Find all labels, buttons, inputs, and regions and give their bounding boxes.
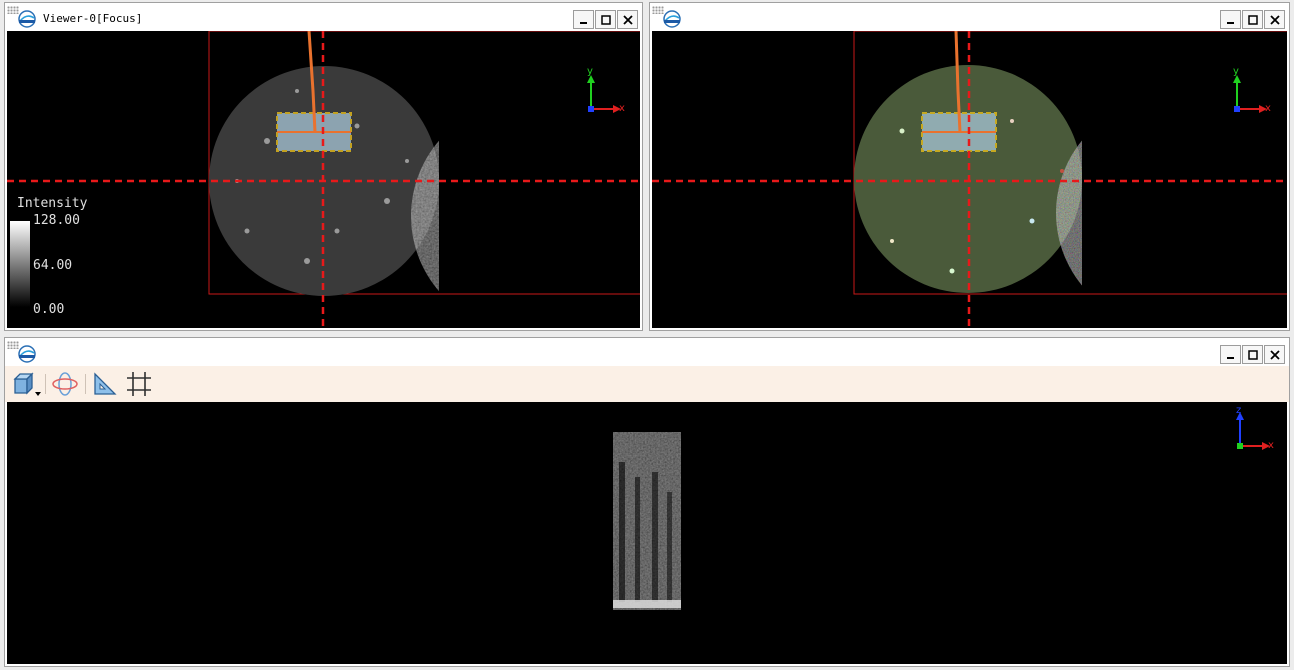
orbit-button[interactable] [51,370,79,398]
view-cube-icon [13,372,41,396]
minimize-icon [1227,357,1234,359]
viewer-titlebar[interactable] [5,338,1289,366]
maximize-icon [1248,15,1258,25]
maximize-button[interactable] [595,10,616,29]
rgb-point-cloud[interactable]: y x [652,31,1287,328]
close-button[interactable] [1264,345,1285,364]
viewer-title: Viewer-0[Focus] [43,12,143,25]
ruler-icon [94,372,117,395]
side-view-viewport[interactable]: z x [7,402,1287,664]
close-button[interactable] [1264,10,1285,29]
axis-gizmo: z x [1236,405,1274,451]
axis-label-y: y [587,66,593,77]
maximize-icon [1248,350,1258,360]
legend-max: 128.00 [33,213,80,228]
point-cloud-viewport[interactable]: y x [652,31,1287,328]
minimize-button[interactable] [1220,10,1241,29]
app-logo-icon [18,10,36,28]
viewer-pane-2: y x [649,2,1290,331]
minimize-icon [580,22,587,24]
legend-title: Intensity [17,196,88,211]
viewer-pane-3: z x [4,337,1290,667]
maximize-button[interactable] [1242,345,1263,364]
minimize-button[interactable] [1220,345,1241,364]
viewer-titlebar[interactable] [650,3,1289,31]
point-column [613,432,681,610]
toolbar-separator [85,374,86,394]
legend-mid: 64.00 [33,258,73,273]
axis-label-x: x [1265,103,1271,114]
viewer-toolbar [5,366,1289,402]
close-icon [623,15,633,25]
grid-button[interactable] [125,370,153,398]
point-cloud-viewport[interactable]: y x Intensity 128.00 64.00 0.00 [7,31,640,328]
measure-button[interactable] [91,370,119,398]
axis-label-z: z [1236,405,1241,416]
side-point-cloud[interactable]: z x [7,402,1287,664]
legend-min: 0.00 [33,302,65,317]
minimize-button[interactable] [573,10,594,29]
orbit-icon [52,372,78,396]
close-icon [1270,350,1280,360]
axis-gizmo: y x [1233,66,1271,114]
viewer-pane-focus: Viewer-0[Focus] y x Intensity 128.00 64.… [4,2,643,331]
grid-icon [127,372,151,396]
close-button[interactable] [617,10,638,29]
app-logo-icon [18,345,36,363]
intensity-point-cloud[interactable]: y x [7,31,640,328]
close-icon [1270,15,1280,25]
maximize-button[interactable] [1242,10,1263,29]
viewer-titlebar[interactable]: Viewer-0[Focus] [5,3,642,31]
app-logo-icon [663,10,681,28]
axis-label-x: x [619,103,625,114]
axis-label-y: y [1233,66,1239,77]
axis-label-x: x [1268,440,1274,451]
minimize-icon [1227,22,1234,24]
legend-colorbar [10,221,30,307]
axis-gizmo: y x [587,66,625,114]
toolbar-separator [45,374,46,394]
view-cube-button[interactable] [11,370,41,398]
maximize-icon [601,15,611,25]
